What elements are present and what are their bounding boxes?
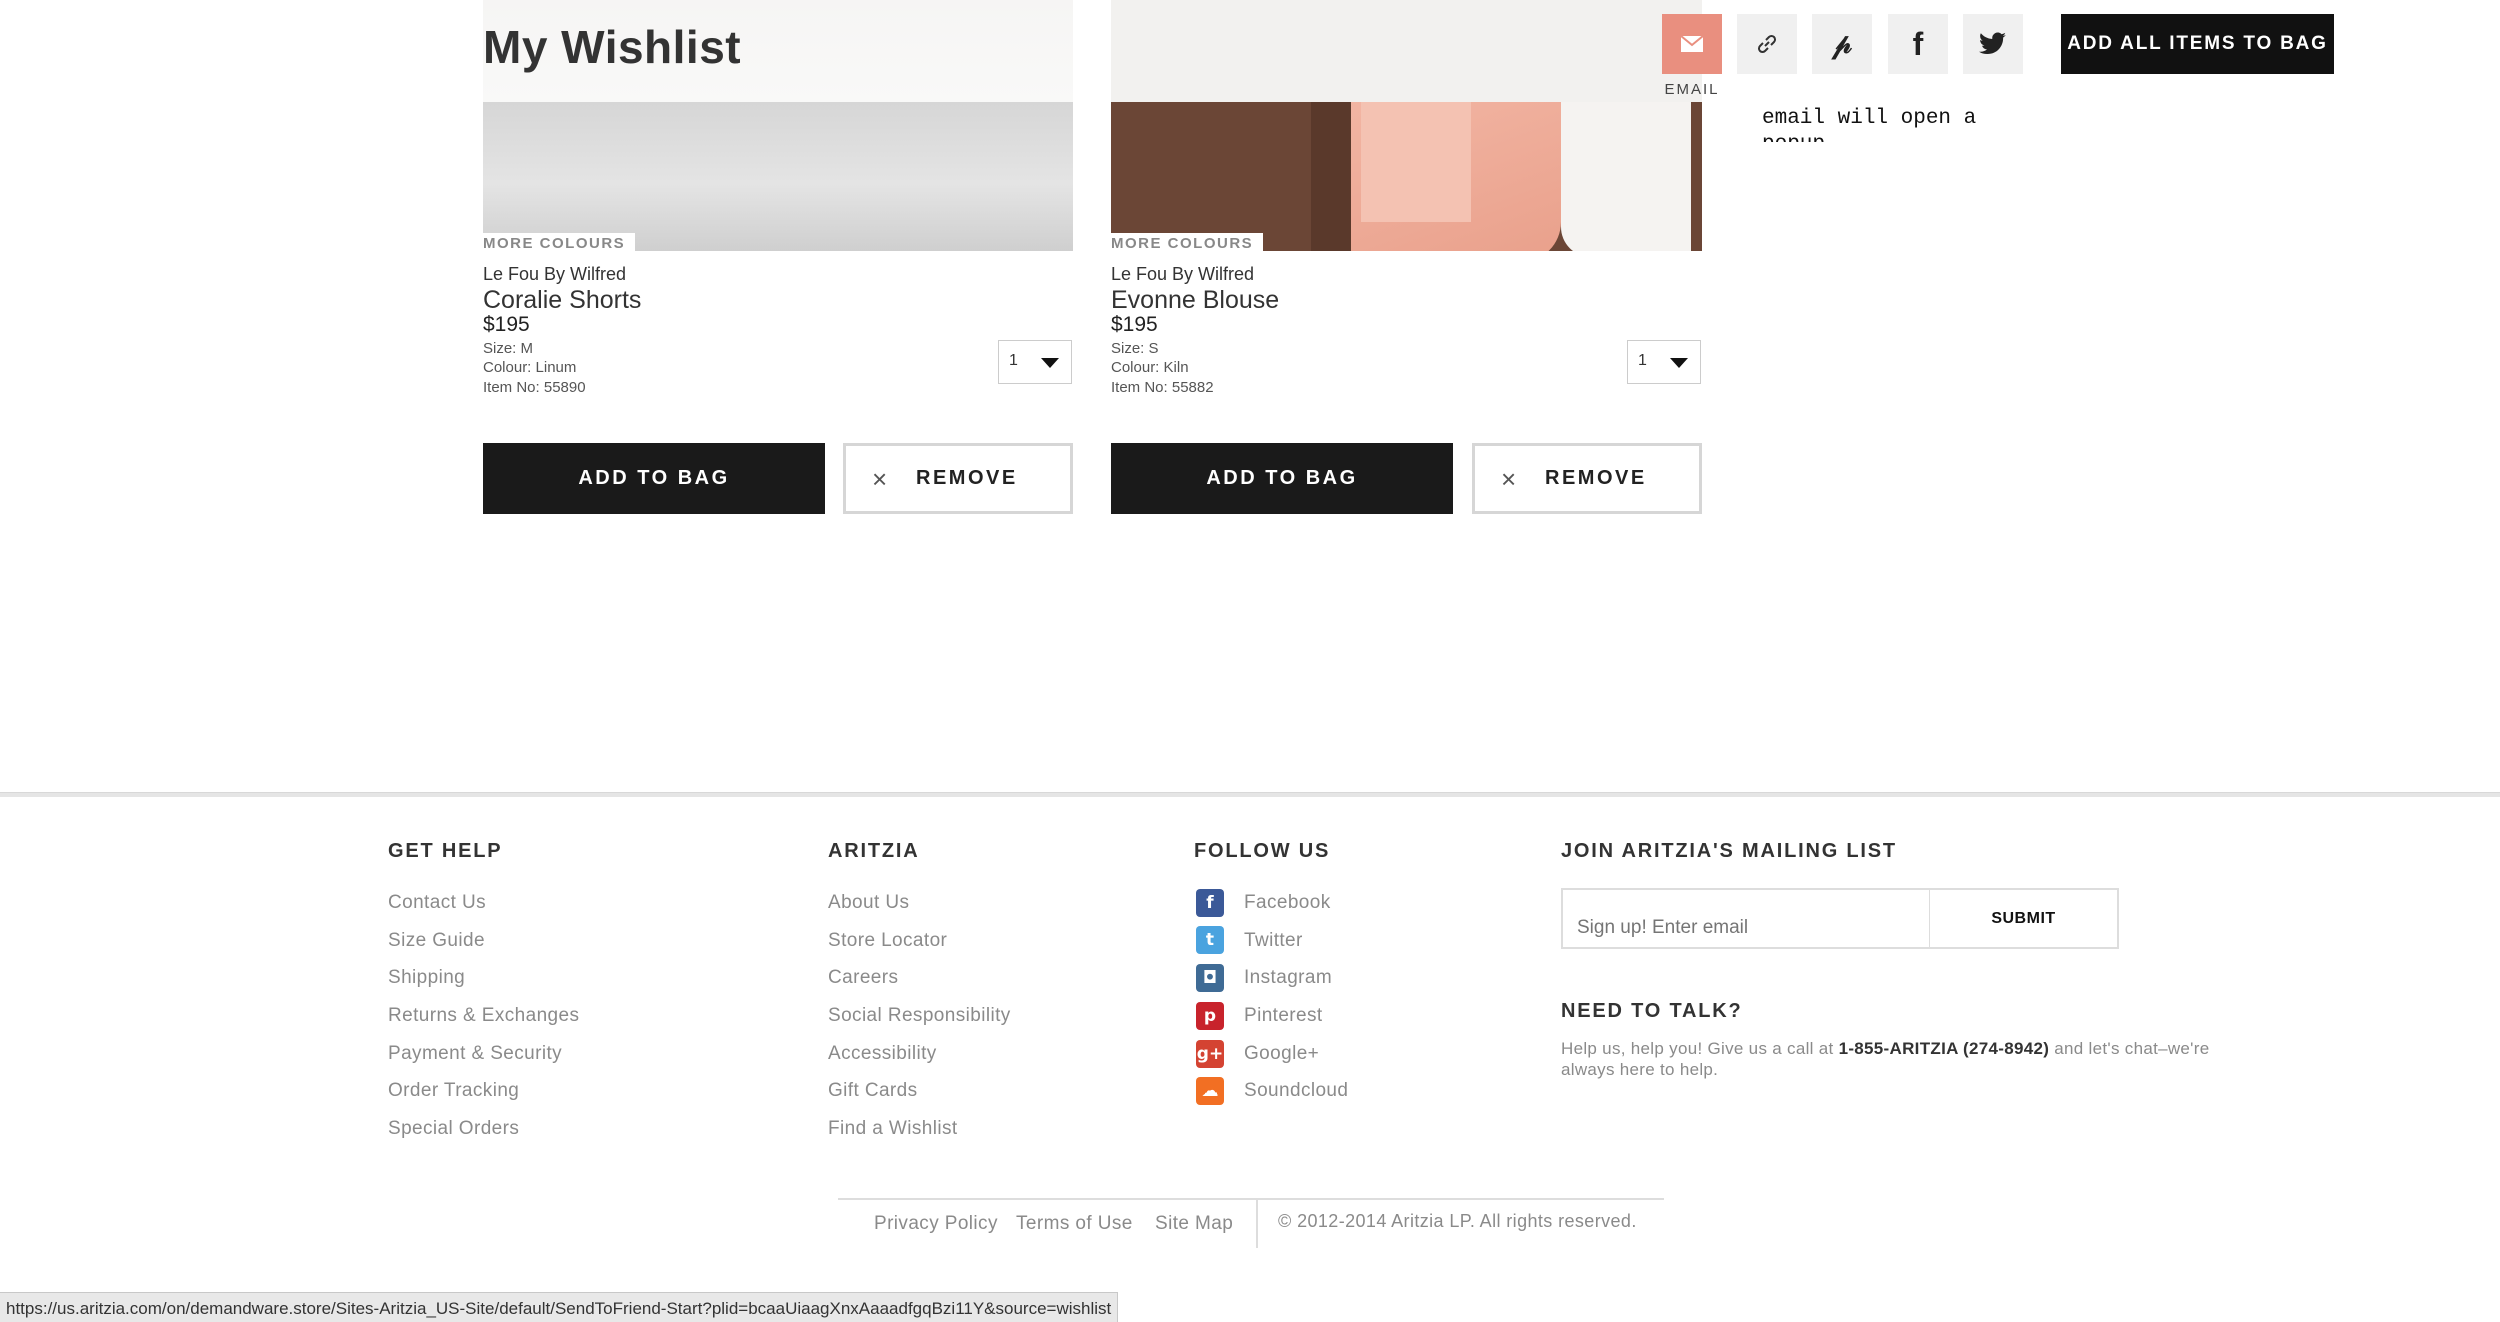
share-pinterest-button[interactable]: 𝓅 <box>1812 14 1872 74</box>
footer-link-careers[interactable]: Careers <box>828 967 898 989</box>
product-brand: Le Fou By Wilfred <box>1111 264 1255 284</box>
footer-bottom-rule <box>838 1198 1664 1200</box>
footer-link-gift-cards[interactable]: Gift Cards <box>828 1080 918 1102</box>
footer-link-contact-us[interactable]: Contact Us <box>388 892 486 914</box>
product-image[interactable] <box>483 102 1073 251</box>
twitter-icon <box>1979 32 2006 55</box>
soundcloud-icon[interactable]: ☁ <box>1196 1077 1224 1105</box>
close-icon: × <box>872 464 890 494</box>
footer-link-accessibility[interactable]: Accessibility <box>828 1043 937 1065</box>
footer-heading-aritzia: ARITZIA <box>828 840 920 862</box>
remove-label: REMOVE <box>1545 467 1647 489</box>
share-email-button[interactable] <box>1662 14 1722 74</box>
need-to-talk-text: Help us, help you! Give us a call at 1-8… <box>1561 1039 2210 1079</box>
remove-label: REMOVE <box>916 467 1018 489</box>
footer-link-special-orders[interactable]: Special Orders <box>388 1118 519 1140</box>
product-price: $195 <box>1111 313 1158 336</box>
facebook-icon[interactable]: f <box>1196 889 1224 917</box>
more-colours-link[interactable]: MORE COLOURS <box>483 233 636 253</box>
email-label: EMAIL <box>1664 81 1720 98</box>
footer-heading-mailing-list: JOIN ARITZIA'S MAILING LIST <box>1561 840 1897 862</box>
popup-note: email will open a popup <box>1762 107 1977 142</box>
footer-link-about-us[interactable]: About Us <box>828 892 909 914</box>
footer-link-payment-security[interactable]: Payment & Security <box>388 1043 562 1065</box>
quantity-value: 1 <box>1009 352 1018 369</box>
share-link-button[interactable] <box>1737 14 1797 74</box>
facebook-icon: f <box>1912 25 1924 62</box>
more-colours-link[interactable]: MORE COLOURS <box>1111 233 1264 253</box>
pinterest-icon: 𝓅 <box>1832 27 1852 59</box>
product-item-number: Item No: 55882 <box>1111 379 1214 396</box>
instagram-icon[interactable]: ◘ <box>1196 964 1224 992</box>
quantity-select[interactable]: 1 <box>1627 340 1701 384</box>
footer-heading-get-help: GET HELP <box>388 840 503 862</box>
link-icon <box>1757 34 1777 54</box>
footer-link-terms-of-use[interactable]: Terms of Use <box>1016 1213 1133 1235</box>
google-plus-icon[interactable]: g+ <box>1196 1040 1224 1068</box>
footer-heading-follow-us: FOLLOW US <box>1194 840 1331 862</box>
pinterest-icon[interactable]: p <box>1196 1002 1224 1030</box>
footer-link-privacy-policy[interactable]: Privacy Policy <box>874 1213 998 1235</box>
support-phone[interactable]: 1-855-ARITZIA (274-8942) <box>1839 1039 2050 1058</box>
footer-link-instagram[interactable]: Instagram <box>1244 967 1332 989</box>
product-image[interactable] <box>1111 102 1702 251</box>
footer-link-store-locator[interactable]: Store Locator <box>828 930 947 952</box>
email-icon <box>1681 36 1703 52</box>
product-colour: Colour: Linum <box>483 359 577 376</box>
product-size: Size: S <box>1111 340 1159 357</box>
quantity-select[interactable]: 1 <box>998 340 1072 384</box>
add-to-bag-button[interactable]: ADD TO BAG <box>1111 443 1453 514</box>
footer-link-soundcloud[interactable]: Soundcloud <box>1244 1080 1348 1102</box>
footer-link-social-responsibility[interactable]: Social Responsibility <box>828 1005 1011 1027</box>
newsletter-email-input[interactable] <box>1561 888 1931 949</box>
footer-link-site-map[interactable]: Site Map <box>1155 1213 1233 1235</box>
chevron-down-icon <box>1670 358 1688 368</box>
chevron-down-icon <box>1041 358 1059 368</box>
remove-button[interactable]: × REMOVE <box>843 443 1073 514</box>
footer-link-find-wishlist[interactable]: Find a Wishlist <box>828 1118 958 1140</box>
footer-link-order-tracking[interactable]: Order Tracking <box>388 1080 519 1102</box>
quantity-value: 1 <box>1638 352 1647 369</box>
footer-divider <box>0 792 2500 797</box>
share-twitter-button[interactable] <box>1963 14 2023 74</box>
footer-link-twitter[interactable]: Twitter <box>1244 930 1303 952</box>
footer-link-google-plus[interactable]: Google+ <box>1244 1043 1319 1065</box>
newsletter-submit-button[interactable]: SUBMIT <box>1929 888 2119 949</box>
remove-button[interactable]: × REMOVE <box>1472 443 1702 514</box>
close-icon: × <box>1501 464 1519 494</box>
page-title: My Wishlist <box>483 21 742 73</box>
add-all-items-to-bag-button[interactable]: ADD ALL ITEMS TO BAG <box>2061 14 2334 74</box>
need-to-talk-heading: NEED TO TALK? <box>1561 1000 1743 1022</box>
footer-link-size-guide[interactable]: Size Guide <box>388 930 485 952</box>
footer-link-facebook[interactable]: Facebook <box>1244 892 1331 914</box>
product-price: $195 <box>483 313 530 336</box>
footer-link-returns[interactable]: Returns & Exchanges <box>388 1005 579 1027</box>
footer-link-shipping[interactable]: Shipping <box>388 967 465 989</box>
product-size: Size: M <box>483 340 534 357</box>
footer-link-pinterest[interactable]: Pinterest <box>1244 1005 1323 1027</box>
browser-status-url: https://us.aritzia.com/on/demandware.sto… <box>0 1292 1119 1322</box>
product-name[interactable]: Coralie Shorts <box>483 286 641 315</box>
footer-bottom-separator <box>1256 1200 1258 1248</box>
product-item-number: Item No: 55890 <box>483 379 586 396</box>
product-image-top-2 <box>1111 0 1702 102</box>
copyright-text: © 2012-2014 Aritzia LP. All rights reser… <box>1278 1211 1637 1231</box>
add-to-bag-button[interactable]: ADD TO BAG <box>483 443 825 514</box>
twitter-icon[interactable]: t <box>1196 926 1224 954</box>
product-colour: Colour: Kiln <box>1111 359 1189 376</box>
product-brand: Le Fou By Wilfred <box>483 264 627 284</box>
product-name[interactable]: Evonne Blouse <box>1111 286 1279 315</box>
share-facebook-button[interactable]: f <box>1888 14 1948 74</box>
